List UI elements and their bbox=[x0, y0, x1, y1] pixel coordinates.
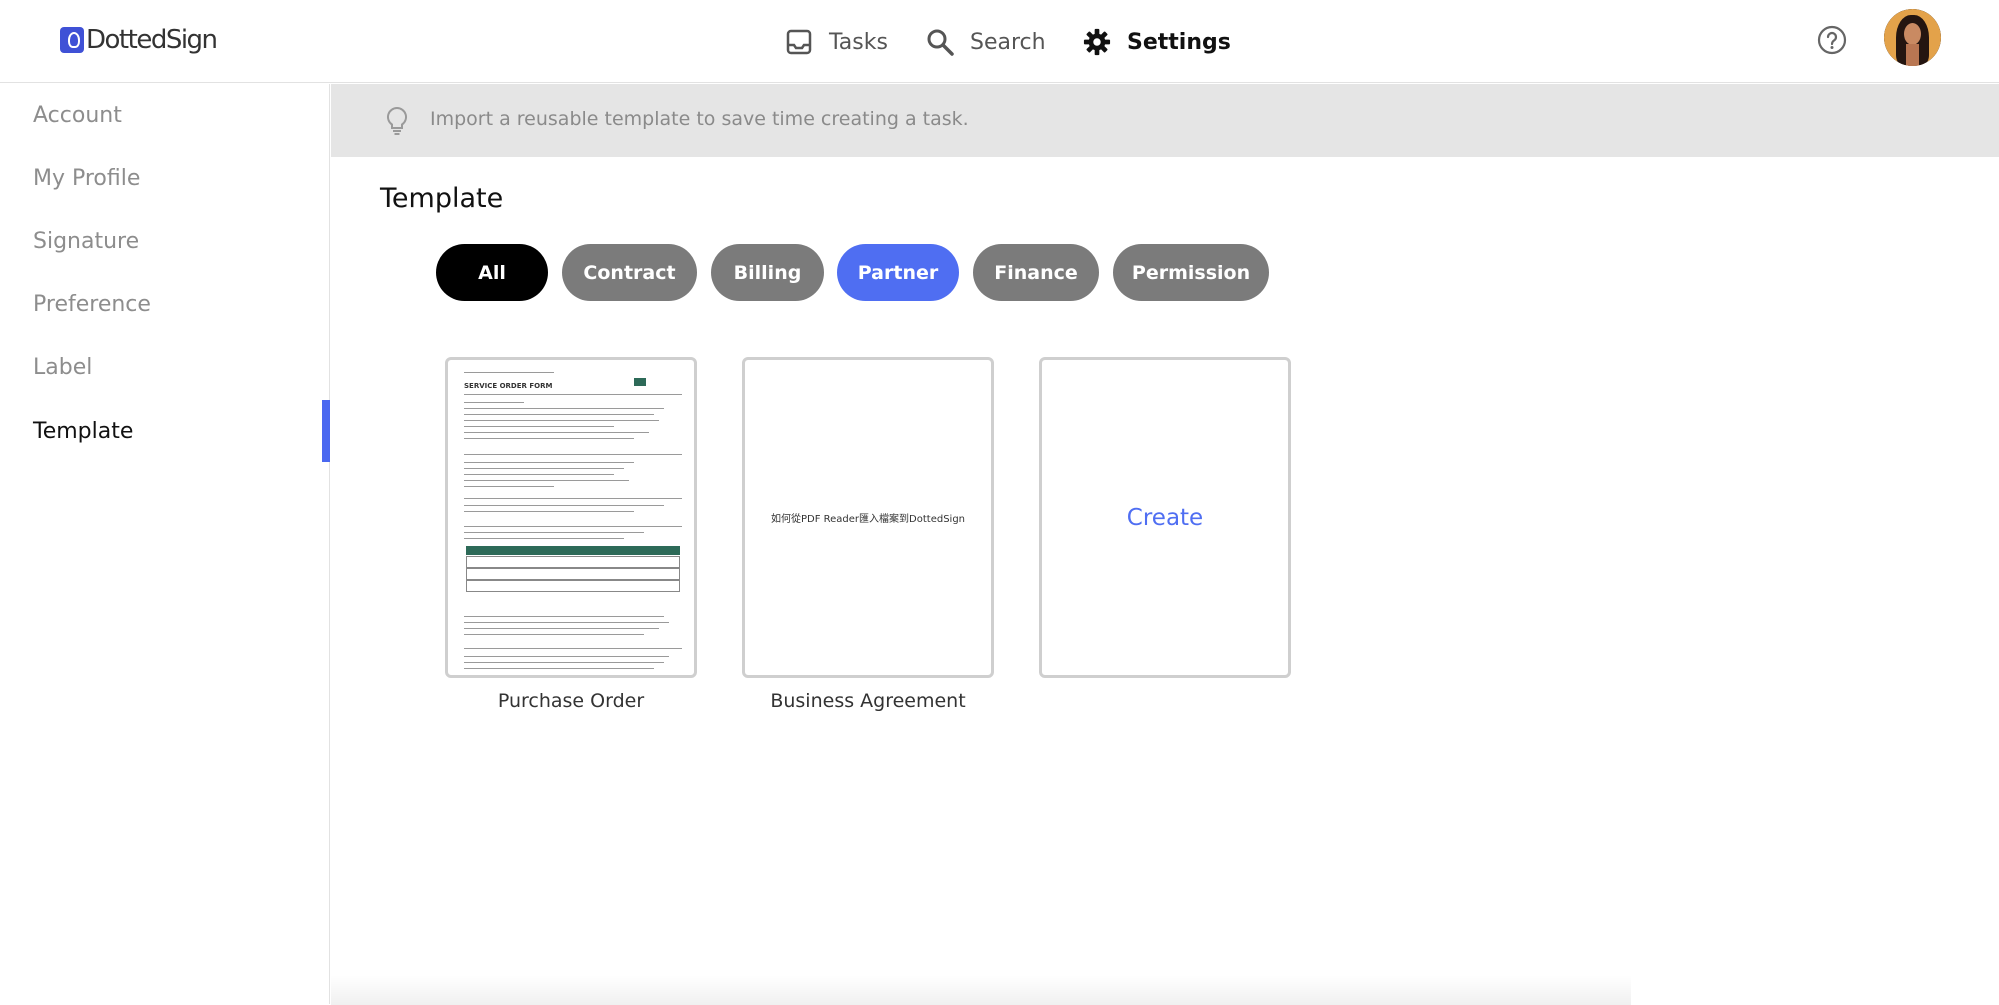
create-template-card[interactable]: Create bbox=[1039, 357, 1291, 678]
tip-banner: Import a reusable template to save time … bbox=[331, 84, 1999, 157]
nav-tasks-label: Tasks bbox=[829, 29, 888, 55]
template-name-business-agreement: Business Agreement bbox=[770, 690, 966, 712]
nav-tasks[interactable]: Tasks bbox=[785, 22, 888, 62]
template-name-purchase-order: Purchase Order bbox=[497, 690, 645, 712]
bottom-shadow bbox=[331, 975, 1631, 1005]
filter-chip-partner[interactable]: Partner bbox=[837, 244, 959, 301]
filter-chip-finance[interactable]: Finance bbox=[973, 244, 1099, 301]
create-template-button[interactable]: Create bbox=[1042, 360, 1288, 675]
active-indicator bbox=[322, 400, 330, 462]
sidebar-item-preference[interactable]: Preference bbox=[33, 285, 151, 325]
user-avatar[interactable] bbox=[1884, 9, 1941, 66]
help-icon[interactable] bbox=[1817, 25, 1847, 55]
settings-sidebar: Account My Profile Signature Preference … bbox=[0, 84, 330, 1004]
template-card-business-agreement[interactable]: 如何從PDF Reader匯入檔案到DottedSign bbox=[742, 357, 994, 678]
tip-text: Import a reusable template to save time … bbox=[430, 108, 969, 130]
nav-search[interactable]: Search bbox=[926, 22, 1046, 62]
lightbulb-icon bbox=[385, 106, 409, 136]
nav-settings[interactable]: Settings bbox=[1083, 22, 1231, 62]
nav-search-label: Search bbox=[970, 29, 1046, 55]
sidebar-item-template[interactable]: Template bbox=[33, 412, 133, 452]
sidebar-item-label[interactable]: Label bbox=[33, 348, 92, 388]
inbox-icon bbox=[785, 28, 813, 56]
page-title: Template bbox=[380, 183, 504, 214]
filter-chip-billing[interactable]: Billing bbox=[711, 244, 824, 301]
search-icon bbox=[926, 28, 954, 56]
preview-text: 如何從PDF Reader匯入檔案到DottedSign bbox=[770, 514, 966, 525]
logo-text: DottedSign bbox=[86, 25, 218, 55]
dottedsign-logo[interactable]: DottedSign bbox=[60, 24, 218, 56]
filter-chip-contract[interactable]: Contract bbox=[562, 244, 697, 301]
nav-settings-label: Settings bbox=[1127, 29, 1231, 55]
document-preview: SERVICE ORDER FORM bbox=[464, 368, 682, 669]
preview-heading: SERVICE ORDER FORM bbox=[464, 382, 553, 390]
sidebar-item-signature[interactable]: Signature bbox=[33, 222, 139, 262]
sidebar-item-account[interactable]: Account bbox=[33, 96, 122, 136]
template-card-purchase-order[interactable]: SERVICE ORDER FORM bbox=[445, 357, 697, 678]
gear-icon bbox=[1083, 28, 1111, 56]
filter-chip-permission[interactable]: Permission bbox=[1113, 244, 1269, 301]
logo-mark-icon bbox=[60, 27, 84, 53]
top-bar: DottedSign Tasks Search Settings bbox=[0, 0, 1999, 83]
filter-chip-all[interactable]: All bbox=[436, 244, 548, 301]
sidebar-item-my-profile[interactable]: My Profile bbox=[33, 159, 140, 199]
